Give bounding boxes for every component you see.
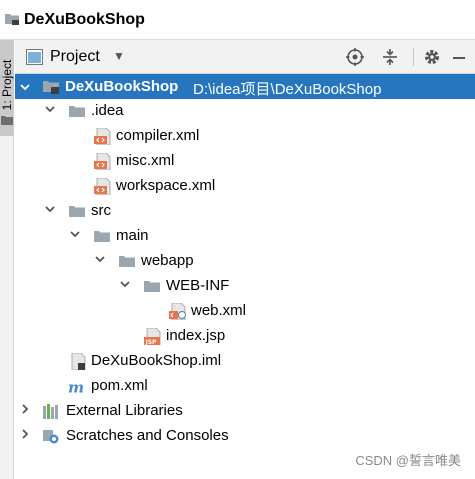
chevron-down-icon[interactable]: ▼	[113, 49, 125, 63]
chevron-right-icon[interactable]	[18, 402, 32, 416]
tree-row-web-inf[interactable]: WEB-INF	[15, 274, 475, 299]
web-folder-icon	[119, 256, 135, 267]
gear-icon[interactable]	[422, 47, 442, 67]
tree-label: .idea	[91, 102, 124, 119]
libraries-icon	[43, 404, 58, 419]
tree-label: index.jsp	[166, 327, 226, 344]
chevron-down-icon[interactable]	[93, 252, 107, 266]
tree-row-file[interactable]: m pom.xml	[15, 374, 475, 399]
chevron-down-icon[interactable]	[18, 80, 32, 94]
chevron-down-icon[interactable]	[43, 102, 57, 116]
tree-label: DeXuBookShop.iml	[91, 352, 222, 369]
chevron-down-icon[interactable]	[43, 202, 57, 216]
tree-row-root[interactable]: DeXuBookShop D:\idea项目\DeXuBookShop	[15, 74, 475, 99]
project-folder-icon	[5, 14, 19, 25]
tree-row-file[interactable]: compiler.xml	[15, 124, 475, 149]
tree-label: compiler.xml	[116, 127, 200, 144]
project-view-selector[interactable]: Project	[50, 48, 100, 66]
folder-icon	[144, 281, 160, 292]
project-toolbar: Project ▼	[15, 40, 475, 74]
locate-crosshair-icon[interactable]	[345, 47, 365, 67]
folder-icon	[69, 106, 85, 117]
tree-label: main	[116, 227, 149, 244]
tree-row-file[interactable]: misc.xml	[15, 149, 475, 174]
maven-icon: m	[68, 378, 84, 395]
tree-row-webapp[interactable]: webapp	[15, 249, 475, 274]
tree-row-file[interactable]: workspace.xml	[15, 174, 475, 199]
folder-icon	[1, 116, 13, 125]
tree-row-file[interactable]: JSP index.jsp	[15, 324, 475, 349]
svg-text:m: m	[68, 378, 84, 395]
tree-label: web.xml	[191, 302, 247, 319]
tree-row-external-libraries[interactable]: External Libraries	[15, 399, 475, 424]
tree-label: DeXuBookShop	[65, 78, 179, 95]
xml-file-icon	[94, 128, 111, 145]
project-tool-tab[interactable]: 1: Project	[0, 40, 14, 136]
iml-file-icon	[71, 353, 86, 370]
tree-label: webapp	[141, 252, 194, 269]
tree-label: pom.xml	[91, 377, 148, 394]
project-module-icon	[43, 81, 59, 94]
tree-label: Scratches and Consoles	[66, 427, 229, 444]
minimize-icon[interactable]	[449, 47, 469, 67]
tree-row-main[interactable]: main	[15, 224, 475, 249]
project-view-icon	[26, 49, 43, 65]
tree-label: WEB-INF	[166, 277, 230, 294]
tree-label: workspace.xml	[116, 177, 216, 194]
window-title: DeXuBookShop	[24, 11, 145, 28]
tree-row-file[interactable]: web.xml	[15, 299, 475, 324]
folder-icon	[69, 206, 85, 217]
project-path: D:\idea项目\DeXuBookShop	[193, 81, 382, 98]
xml-file-icon	[94, 178, 111, 195]
tree-row-idea[interactable]: .idea	[15, 99, 475, 124]
tree-label: misc.xml	[116, 152, 175, 169]
chevron-down-icon[interactable]	[68, 227, 82, 241]
xml-file-icon	[94, 153, 111, 170]
tree-row-file[interactable]: DeXuBookShop.iml	[15, 349, 475, 374]
collapse-all-icon[interactable]	[380, 47, 400, 67]
tree-label: External Libraries	[66, 402, 183, 419]
web-xml-file-icon	[169, 303, 186, 320]
tree-label: src	[91, 202, 111, 219]
chevron-right-icon[interactable]	[18, 427, 32, 441]
toolbar-separator	[413, 48, 414, 66]
tree-row-scratches[interactable]: Scratches and Consoles	[15, 424, 475, 449]
window-titlebar: DeXuBookShop	[0, 0, 475, 40]
svg-text:JSP: JSP	[145, 339, 158, 345]
scratches-icon	[43, 430, 59, 444]
jsp-file-icon: JSP	[144, 328, 161, 345]
folder-icon	[94, 231, 110, 242]
chevron-down-icon[interactable]	[118, 277, 132, 291]
watermark: CSDN @誓言唯美	[355, 453, 461, 468]
tree-row-src[interactable]: src	[15, 199, 475, 224]
